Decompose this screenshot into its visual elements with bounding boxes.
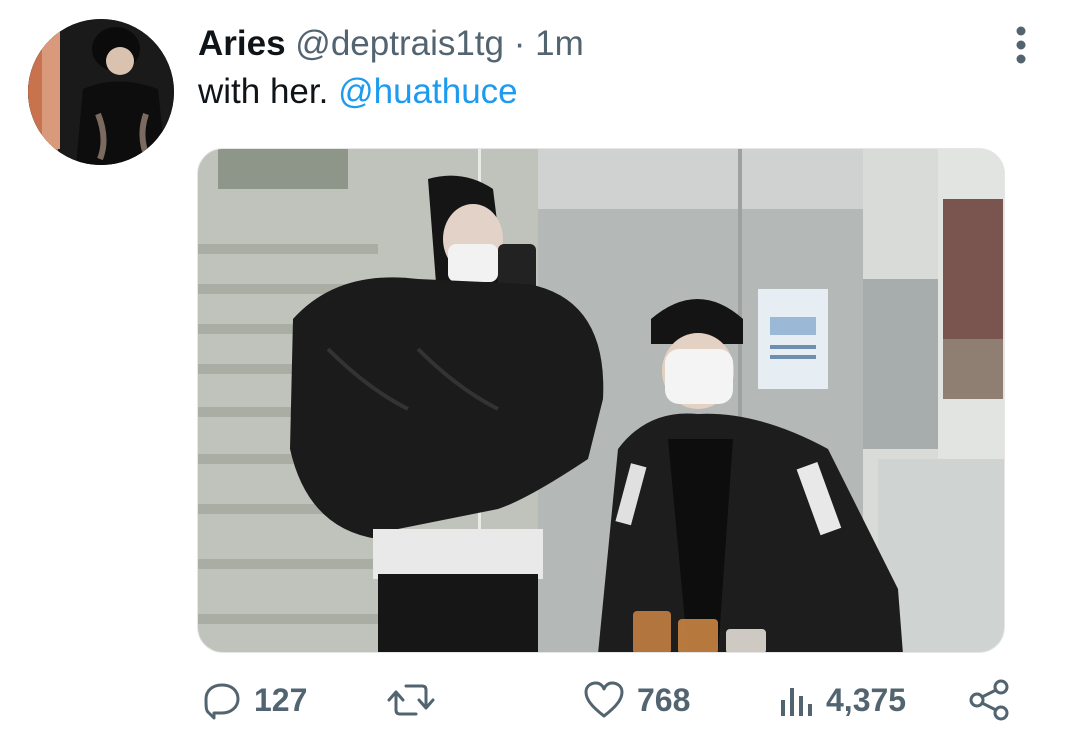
tweet-actions-bar: 127 768 4,375: [0, 672, 1080, 728]
tweet-text-content: with her.: [198, 72, 329, 111]
views-count: 4,375: [826, 681, 907, 718]
tweet-card: Aries @deptrais1tg · 1m with her. @huath…: [0, 0, 1080, 741]
reply-icon: [204, 683, 240, 720]
share-icon: [969, 679, 1009, 721]
timestamp[interactable]: 1m: [535, 24, 584, 63]
more-menu-button[interactable]: [1006, 25, 1036, 65]
avatar[interactable]: [28, 19, 174, 165]
heart-icon: [584, 681, 624, 718]
share-button[interactable]: [967, 672, 1011, 728]
retweet-button[interactable]: [386, 672, 448, 728]
display-name[interactable]: Aries: [198, 24, 286, 63]
retweet-icon: [387, 684, 435, 716]
mention-link[interactable]: @huathuce: [338, 72, 518, 111]
tweet-header: Aries @deptrais1tg · 1m: [198, 22, 584, 66]
user-handle[interactable]: @deptrais1tg: [295, 24, 504, 63]
analytics-icon: [781, 688, 812, 716]
like-count: 768: [637, 681, 691, 718]
tweet-text: with her. @huathuce: [198, 70, 518, 114]
more-vertical-icon: [1016, 26, 1026, 64]
separator-dot: ·: [513, 24, 526, 63]
like-button[interactable]: 768: [583, 672, 690, 728]
reply-button[interactable]: 127: [202, 672, 307, 728]
views-button[interactable]: 4,375: [778, 672, 906, 728]
tweet-photo[interactable]: [197, 148, 1005, 653]
reply-count: 127: [254, 681, 308, 718]
